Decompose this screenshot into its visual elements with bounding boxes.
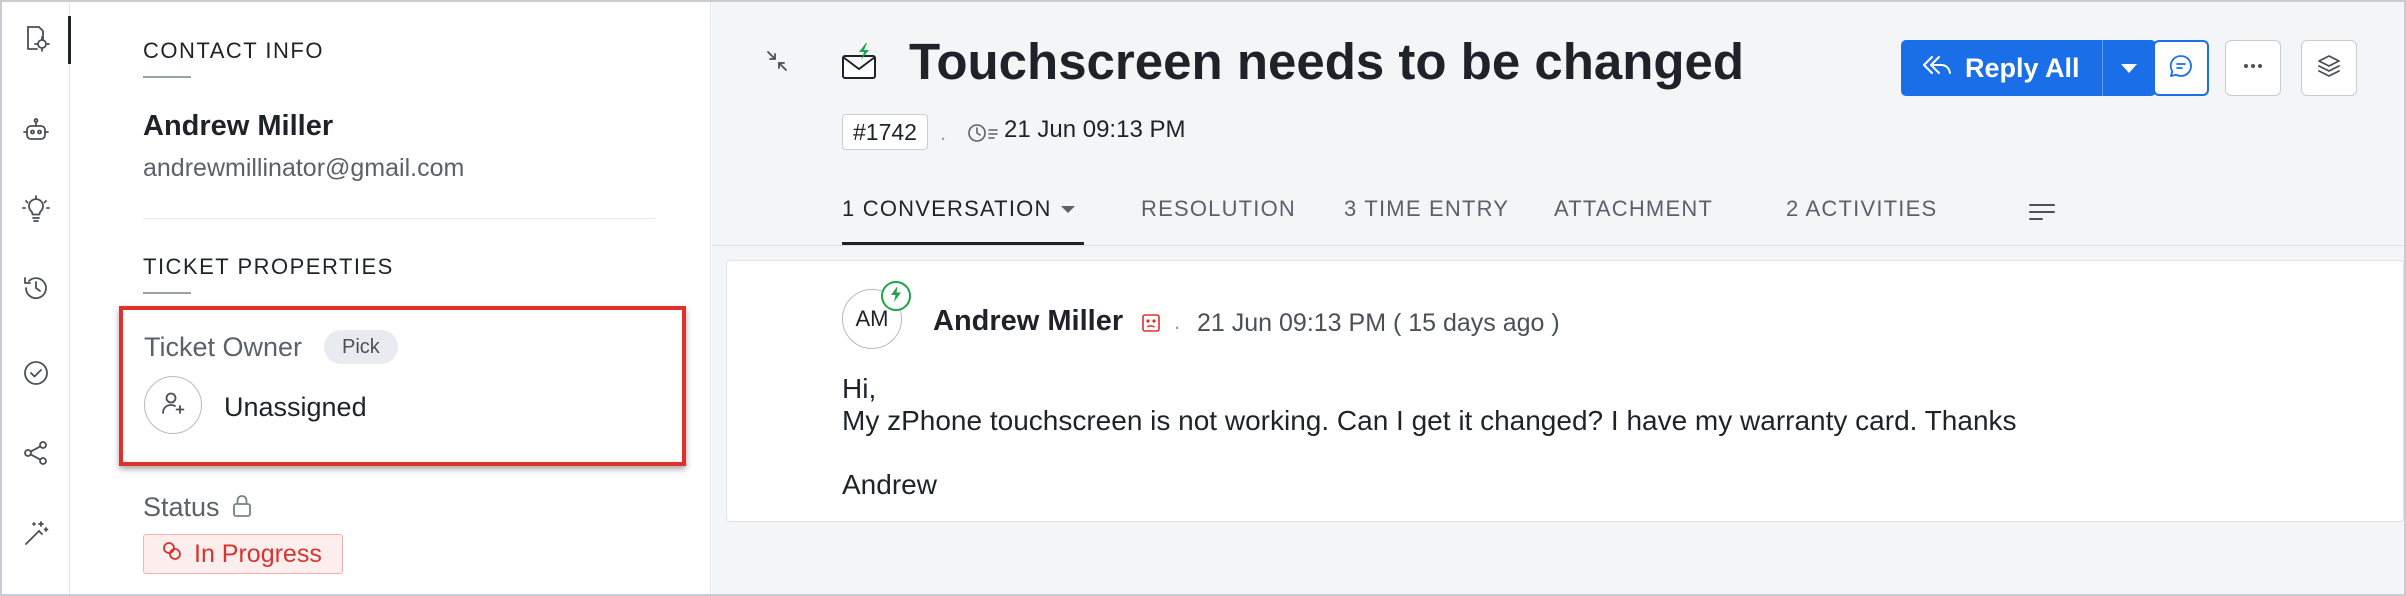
section-divider [143, 218, 655, 219]
status-label: Status [143, 492, 220, 522]
ticket-properties-heading: TICKET PROPERTIES [143, 254, 394, 279]
message-line: Andrew [842, 469, 937, 500]
rail-item-bot[interactable] [2, 104, 70, 160]
clock-icon [966, 119, 1000, 147]
tab-conversation[interactable]: 1 CONVERSATION [842, 196, 1052, 222]
magic-wand-icon [20, 517, 52, 554]
reply-all-label: Reply All [1965, 52, 2080, 83]
share-icon [20, 437, 52, 474]
chevron-down-icon[interactable] [1061, 206, 1075, 213]
bot-icon [20, 114, 52, 151]
layers-button[interactable] [2301, 40, 2357, 96]
sender-name[interactable]: Andrew Miller [933, 305, 1123, 338]
tab-activities[interactable]: 2 ACTIVITIES [1786, 196, 1937, 222]
contact-info-heading: CONTACT INFO [143, 38, 324, 63]
comment-button[interactable] [2153, 40, 2209, 96]
in-progress-icon [160, 539, 184, 570]
reply-all-group: Reply All [1901, 40, 2156, 96]
more-actions-button[interactable] [2225, 40, 2281, 96]
sad-face-icon [1141, 313, 1161, 333]
history-icon [20, 272, 52, 309]
layers-icon [2315, 52, 2343, 85]
tab-time-entry[interactable]: 3 TIME ENTRY [1344, 196, 1509, 222]
lightning-icon [887, 285, 905, 308]
ticket-main: Touchscreen needs to be changed Reply Al… [712, 2, 2404, 594]
reply-options-dropdown[interactable] [2101, 40, 2156, 96]
reply-all-button[interactable]: Reply All [1901, 40, 2102, 96]
created-time: 21 Jun 09:13 PM [1004, 116, 1186, 143]
email-channel-badge [881, 281, 911, 311]
add-user-icon [159, 389, 187, 422]
message-time: 21 Jun 09:13 PM ( 15 days ago ) [1197, 309, 1560, 337]
more-icon [2239, 52, 2267, 85]
email-channel-icon [838, 40, 882, 84]
owner-avatar[interactable] [144, 376, 202, 434]
conversation-thread[interactable]: AM Andrew Miller . 21 Jun 09:13 PM ( 15 … [726, 260, 2404, 522]
message-line: My zPhone touchscreen is not working. Ca… [842, 405, 2017, 436]
ticket-owner-value[interactable]: Unassigned [224, 392, 367, 423]
ticket-owner-label: Ticket Owner [144, 332, 303, 362]
contact-name[interactable]: Andrew Miller [143, 110, 333, 143]
ticket-details-panel: CONTACT INFO Andrew Miller andrewmillina… [71, 2, 711, 594]
rail-item-share[interactable] [2, 427, 70, 483]
ticket-settings-icon [20, 22, 52, 59]
comment-icon [2167, 52, 2195, 85]
contact-email[interactable]: andrewmillinator@gmail.com [143, 154, 464, 183]
status-badge[interactable]: In Progress [143, 534, 343, 574]
rail-item-knowledge[interactable] [2, 183, 70, 239]
status-value: In Progress [194, 539, 322, 568]
separator-dot: . [1174, 309, 1181, 334]
ticket-header: Touchscreen needs to be changed Reply Al… [712, 2, 2404, 246]
active-tab-indicator [842, 242, 1084, 245]
lightbulb-icon [20, 193, 52, 230]
highlight-box [119, 306, 686, 466]
collapse-icon[interactable] [762, 46, 792, 76]
rail-item-magic[interactable] [2, 507, 70, 563]
ticket-title: Touchscreen needs to be changed [909, 33, 1745, 90]
pick-owner-button[interactable]: Pick [324, 330, 398, 364]
tab-menu-icon[interactable] [2027, 200, 2057, 224]
tab-resolution[interactable]: RESOLUTION [1141, 196, 1296, 222]
rail-item-approvals[interactable] [2, 347, 70, 403]
chevron-down-icon [2121, 63, 2138, 73]
rail-item-history[interactable] [2, 262, 70, 318]
icon-rail [2, 2, 71, 594]
tab-attachment[interactable]: ATTACHMENT [1554, 196, 1713, 222]
heading-underline [143, 292, 191, 294]
lock-icon [229, 492, 255, 520]
rail-item-ticket-properties[interactable] [2, 12, 71, 68]
heading-underline [143, 76, 191, 78]
check-circle-icon [20, 357, 52, 394]
separator-dot: . [940, 120, 947, 145]
message-line: Hi, [842, 373, 877, 404]
ticket-id-badge[interactable]: #1742 [842, 114, 928, 150]
reply-all-icon [1919, 51, 1953, 86]
